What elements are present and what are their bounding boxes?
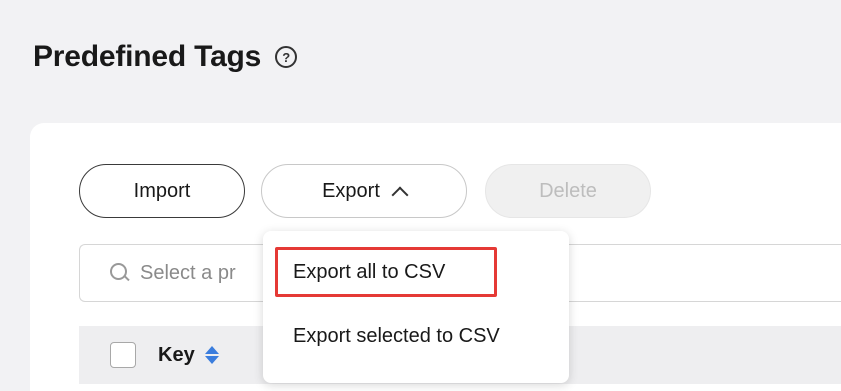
delete-button[interactable]: Delete: [485, 164, 651, 218]
import-button[interactable]: Import: [79, 164, 245, 218]
page-title: Predefined Tags: [33, 40, 262, 73]
sort-icon[interactable]: [204, 346, 219, 364]
question-circle-icon[interactable]: ?: [275, 46, 298, 68]
export-button-label: Export: [322, 179, 380, 202]
search-icon: [110, 263, 130, 283]
chevron-up-icon: [391, 186, 409, 203]
menu-item-export-selected-csv[interactable]: Export selected to CSV: [263, 325, 569, 348]
column-header-key[interactable]: Key: [158, 344, 195, 367]
import-button-label: Import: [133, 179, 191, 202]
highlight-annotation-box: [275, 247, 497, 297]
delete-button-label: Delete: [539, 179, 597, 202]
page-header: Predefined Tags ?: [33, 40, 298, 74]
export-button[interactable]: Export: [261, 164, 467, 218]
search-placeholder: Select a pr: [140, 261, 236, 284]
select-all-checkbox[interactable]: [110, 342, 136, 368]
